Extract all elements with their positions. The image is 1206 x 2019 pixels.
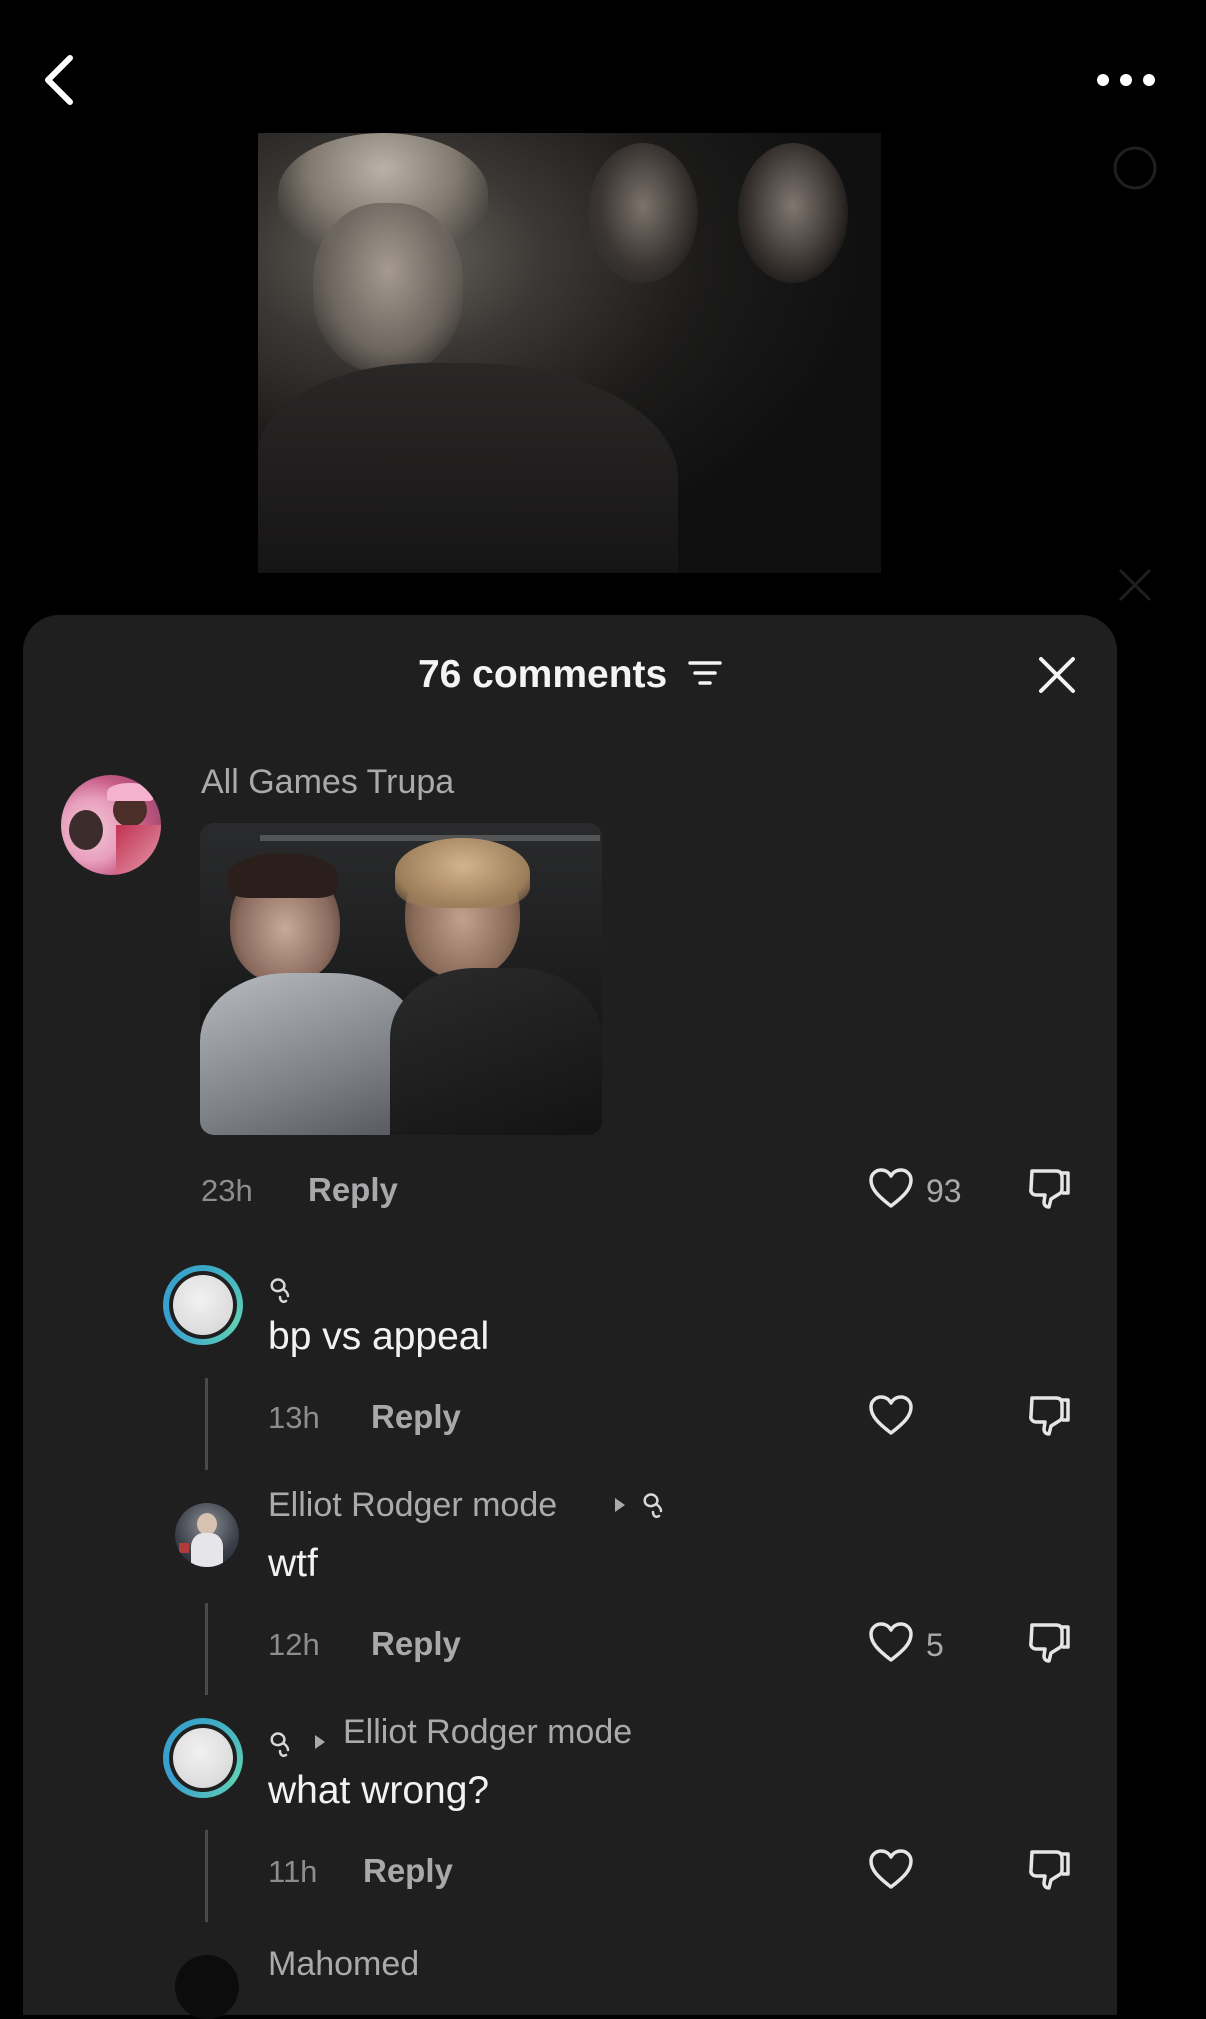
comment-time: 23h [201, 1173, 253, 1208]
avatar[interactable] [163, 1265, 243, 1345]
reply-button[interactable]: Reply [371, 1398, 461, 1436]
reply-to-author[interactable]: Elliot Rodger mode [343, 1713, 632, 1752]
thread-line [205, 1603, 208, 1695]
comment-author[interactable]: Mahomed [268, 1945, 419, 1984]
reply-button[interactable]: Reply [371, 1625, 461, 1663]
comment-author[interactable]: All Games Trupa [201, 763, 454, 802]
comment-time: 11h [268, 1854, 318, 1889]
comment-text: what wrong? [268, 1769, 490, 1812]
heart-icon[interactable] [868, 1621, 914, 1663]
dislike-icon[interactable] [1026, 1846, 1072, 1892]
comment-image[interactable] [200, 823, 602, 1135]
reply-button[interactable]: Reply [308, 1171, 398, 1209]
thread-line [205, 1830, 208, 1922]
coin-icon [1113, 146, 1157, 190]
badge-icon [643, 1493, 663, 1519]
comment-time: 12h [268, 1627, 320, 1662]
comments-header: 76 comments [23, 653, 1117, 697]
faint-close-icon [1118, 568, 1152, 602]
thread-line [205, 1378, 208, 1470]
comment-author[interactable]: Elliot Rodger mode [268, 1486, 557, 1525]
comments-sheet: 76 comments All Games Trupa 23h Reply 93… [23, 615, 1117, 2019]
like-count: 93 [926, 1173, 962, 1209]
dislike-icon[interactable] [1026, 1392, 1072, 1438]
chevron-left-icon[interactable] [38, 50, 88, 110]
comments-count-title: 76 comments [417, 653, 668, 696]
reply-button[interactable]: Reply [363, 1852, 453, 1890]
reply-arrow-icon [615, 1498, 625, 1512]
more-dots-icon[interactable] [1095, 65, 1157, 95]
close-icon[interactable] [1037, 655, 1077, 695]
badge-icon [270, 1278, 290, 1304]
avatar[interactable] [163, 1718, 243, 1798]
avatar[interactable] [175, 1503, 239, 1567]
like-count: 5 [926, 1627, 944, 1663]
comment-text: wtf [268, 1542, 318, 1585]
heart-icon[interactable] [868, 1848, 914, 1890]
avatar[interactable] [175, 1955, 239, 2019]
dislike-icon[interactable] [1026, 1619, 1072, 1665]
badge-icon [270, 1732, 290, 1758]
avatar[interactable] [61, 775, 161, 875]
dislike-icon[interactable] [1026, 1165, 1072, 1211]
reply-arrow-icon [315, 1735, 325, 1749]
heart-icon[interactable] [868, 1167, 914, 1209]
heart-icon[interactable] [868, 1394, 914, 1436]
video-thumbnail[interactable] [258, 133, 881, 573]
comment-text: bp vs appeal [268, 1315, 490, 1358]
filter-icon[interactable] [688, 660, 722, 686]
comment-time: 13h [268, 1400, 320, 1435]
